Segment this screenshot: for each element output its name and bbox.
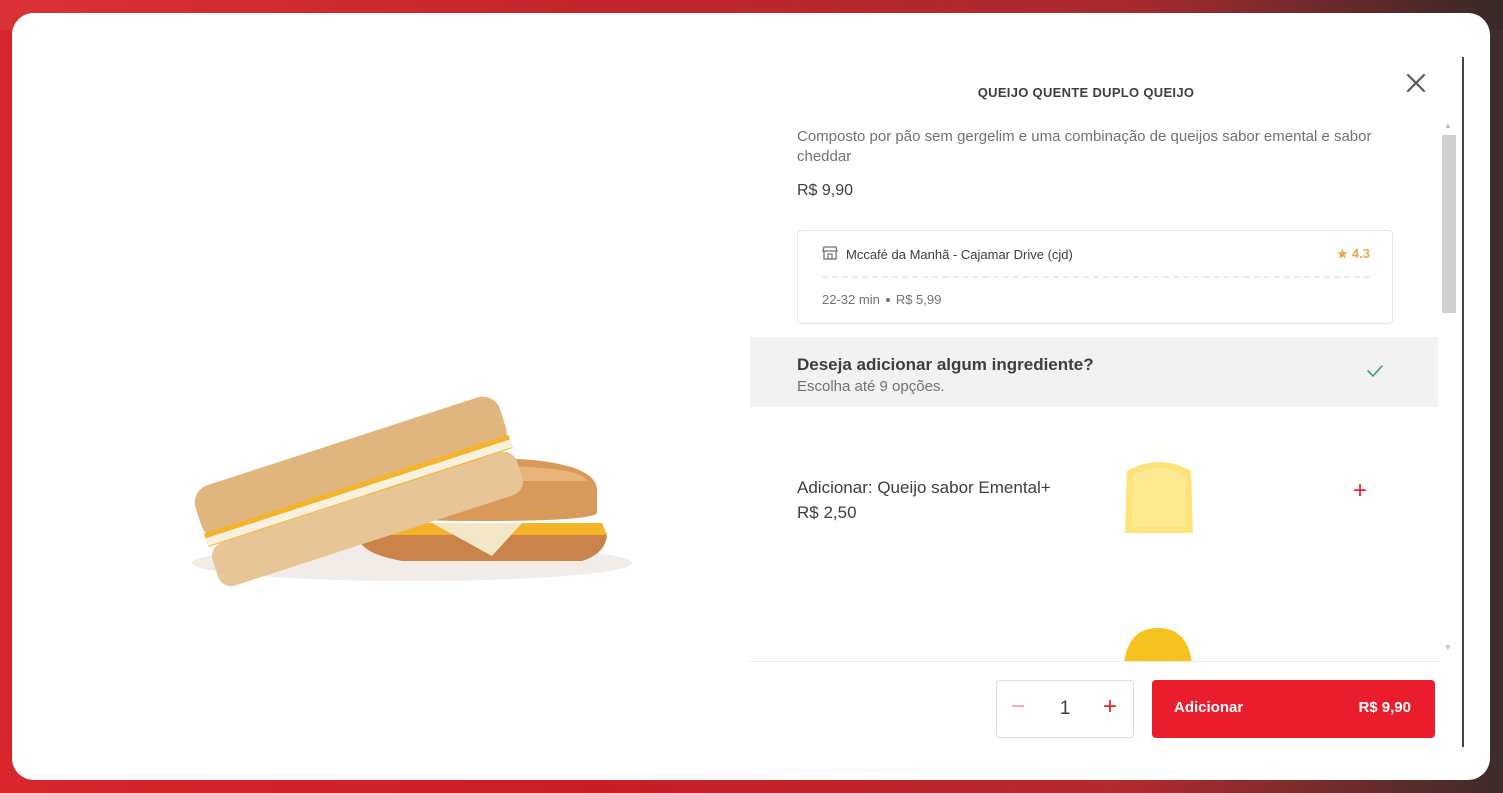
- close-icon[interactable]: [1404, 71, 1428, 95]
- scrollbar[interactable]: ▲ ▼: [1440, 113, 1458, 661]
- product-price: R$ 9,90: [797, 182, 854, 199]
- store-rating: ★ 4.3: [1337, 246, 1370, 261]
- check-icon: [1367, 365, 1383, 378]
- rating-value: 4.3: [1351, 246, 1370, 261]
- product-description: Composto por pão sem gergelim e uma comb…: [797, 128, 1372, 165]
- modal-footer: − 1 + Adicionar R$ 9,90: [750, 661, 1440, 748]
- section-subtitle: Escolha até 9 opções.: [797, 378, 945, 395]
- quantity-stepper[interactable]: − 1 +: [996, 680, 1134, 738]
- delivery-time: 22-32 min: [822, 292, 880, 307]
- add-button-price: R$ 9,90: [1358, 699, 1411, 716]
- minus-icon[interactable]: −: [1011, 695, 1025, 719]
- section-title: Deseja adicionar algum ingrediente?: [797, 355, 1094, 374]
- star-icon: ★: [1337, 247, 1348, 261]
- add-option-button[interactable]: +: [1353, 479, 1367, 503]
- quantity-value: 1: [1059, 698, 1071, 719]
- option-label: Adicionar: Queijo sabor Emental+ R$ 2,50: [797, 478, 1051, 522]
- product-scroll-area[interactable]: Composto por pão sem gergelim e uma comb…: [750, 113, 1440, 661]
- scroll-down-icon[interactable]: ▼: [1444, 643, 1452, 652]
- product-detail-pane: QUEIJO QUENTE DUPLO QUEIJO Composto por …: [750, 57, 1464, 747]
- scrollbar-thumb[interactable]: [1442, 135, 1456, 313]
- delivery-fee: R$ 5,99: [895, 292, 942, 307]
- add-to-cart-button[interactable]: Adicionar R$ 9,90: [1152, 680, 1435, 738]
- option-item[interactable]: Adicionar: Queijo sabor Emental+ R$ 2,50…: [797, 462, 1397, 561]
- store-card[interactable]: Mccafé da Manhã - Cajamar Drive (cjd) ★ 4…: [797, 230, 1393, 324]
- ingredients-section-header: Deseja adicionar algum ingrediente? Esco…: [750, 337, 1438, 407]
- add-button-label: Adicionar: [1174, 699, 1244, 716]
- separator-dot: [885, 297, 890, 302]
- product-image: [192, 396, 632, 587]
- product-modal: QUEIJO QUENTE DUPLO QUEIJO Composto por …: [12, 13, 1490, 780]
- store-icon: [822, 246, 838, 260]
- divider: [822, 276, 1370, 278]
- plus-icon[interactable]: +: [1103, 695, 1117, 719]
- store-meta: 22-32 min R$ 5,99: [822, 292, 941, 307]
- cheese-image-2: [1124, 628, 1192, 661]
- product-image-pane: [12, 13, 750, 780]
- product-title: QUEIJO QUENTE DUPLO QUEIJO: [977, 85, 1195, 100]
- cheese-image: [1125, 462, 1193, 533]
- store-name: Mccafé da Manhã - Cajamar Drive (cjd): [846, 247, 1073, 262]
- scroll-up-icon[interactable]: ▲: [1444, 121, 1452, 130]
